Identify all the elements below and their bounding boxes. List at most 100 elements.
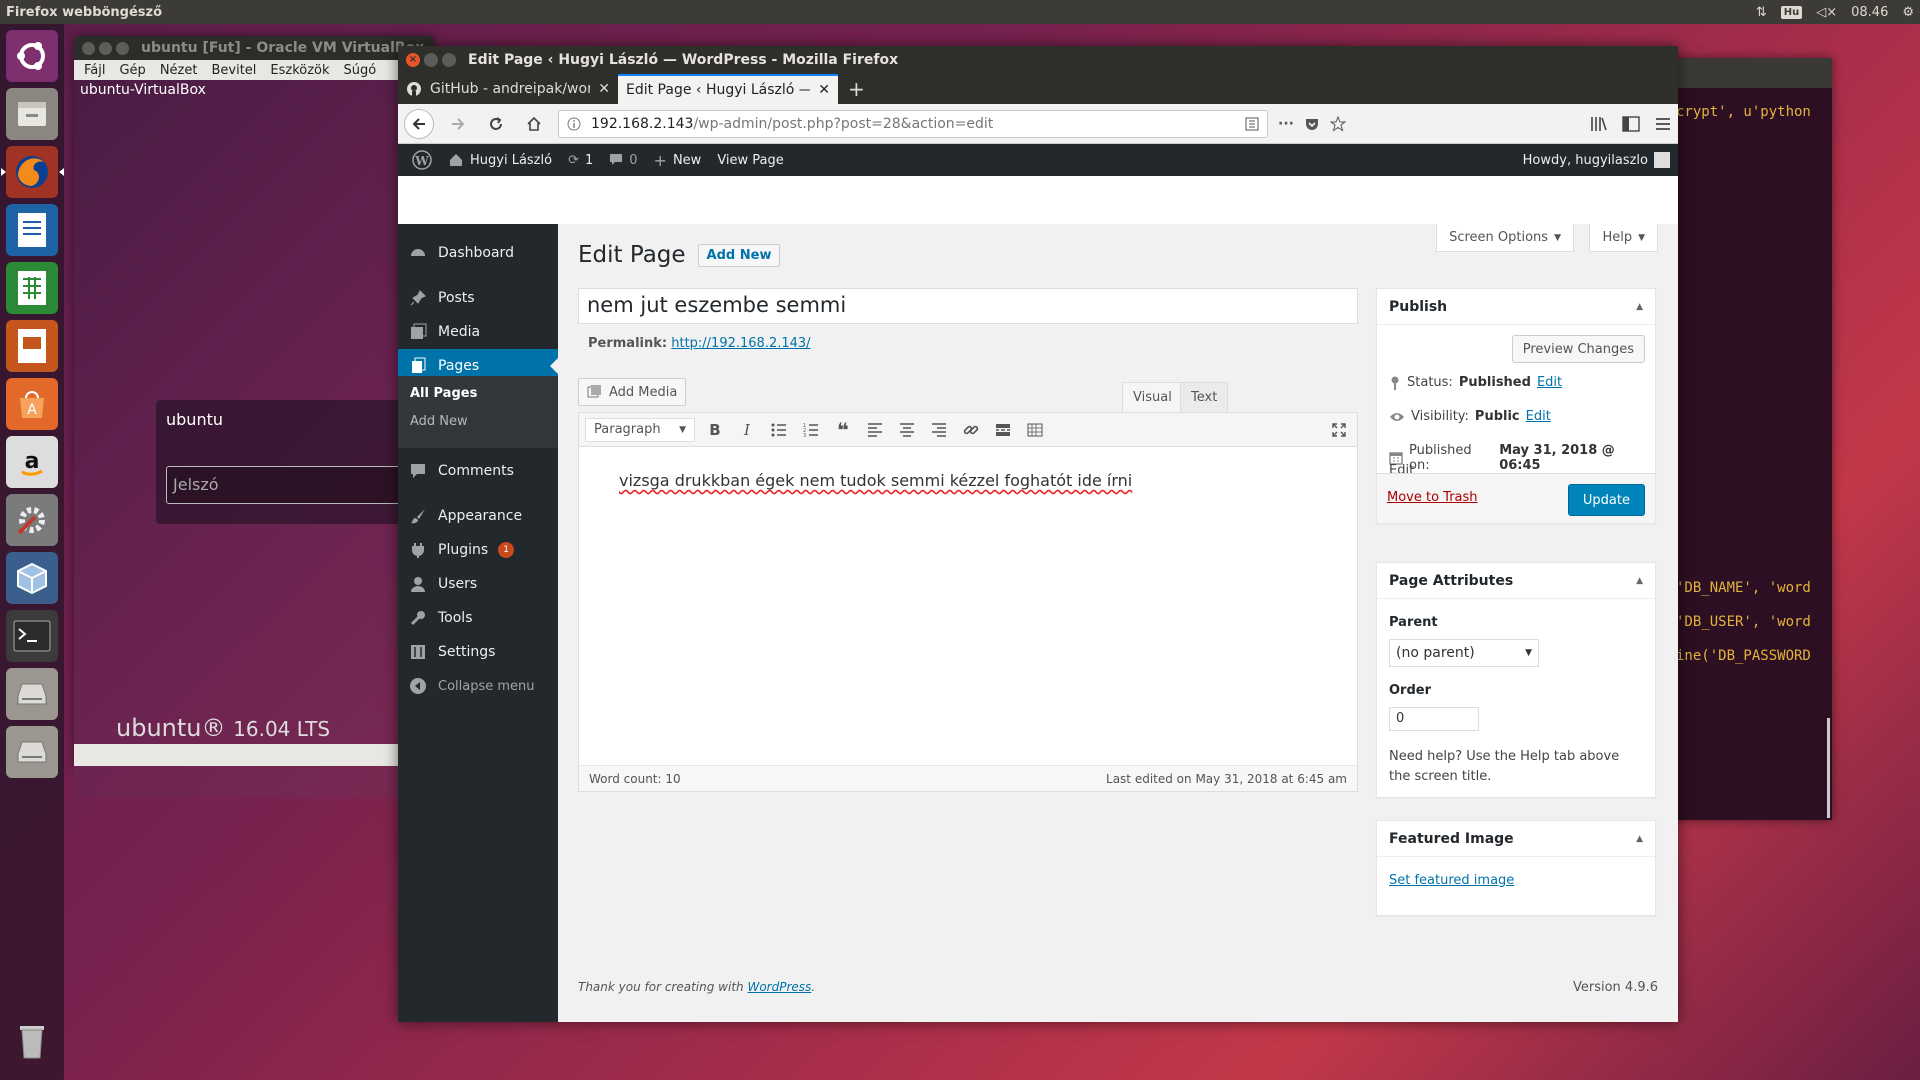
permalink-url[interactable]: http://192.168.2.143/ xyxy=(671,336,810,351)
power-gear-icon[interactable]: ⚙ xyxy=(1902,5,1914,20)
virtualbox-icon[interactable] xyxy=(6,552,58,604)
tab-text[interactable]: Text xyxy=(1180,382,1229,412)
add-new-page-button[interactable]: Add New xyxy=(697,243,781,267)
sidebar-item-users[interactable]: Users xyxy=(398,567,558,601)
italic-icon[interactable]: I xyxy=(735,418,759,442)
close-tab-icon[interactable]: ✕ xyxy=(818,82,830,98)
tab-edit-page[interactable]: Edit Page ‹ Hugyi László — V ✕ xyxy=(618,74,838,104)
toolbar-toggle-icon[interactable] xyxy=(1023,418,1047,442)
close-tab-icon[interactable]: ✕ xyxy=(598,81,610,97)
sidebar-item-plugins[interactable]: Plugins 1 xyxy=(398,533,558,567)
firefox-icon[interactable] xyxy=(1,146,64,198)
minimize-icon[interactable] xyxy=(424,53,438,67)
my-account-link[interactable]: Howdy, hugyilaszlo xyxy=(1523,152,1678,168)
library-icon[interactable] xyxy=(1590,116,1608,132)
sidebar-item-tools[interactable]: Tools xyxy=(398,601,558,635)
comments-link[interactable]: 0 xyxy=(601,153,645,168)
screen-options-button[interactable]: Screen Options ▼ xyxy=(1436,224,1574,252)
close-icon[interactable]: × xyxy=(406,53,420,67)
forward-button[interactable] xyxy=(444,110,472,138)
network-icon[interactable]: ⇅ xyxy=(1756,5,1767,20)
site-name-link[interactable]: Hugyi László xyxy=(440,152,560,168)
menu-input[interactable]: Bevitel xyxy=(211,63,256,78)
bold-icon[interactable]: B xyxy=(703,418,727,442)
sidebar-item-media[interactable]: Media xyxy=(398,315,558,349)
new-tab-button[interactable]: + xyxy=(838,74,875,104)
minimize-icon[interactable] xyxy=(99,41,112,55)
terminal-scrollbar[interactable] xyxy=(1827,718,1830,818)
align-center-icon[interactable] xyxy=(895,418,919,442)
keyboard-layout-indicator[interactable]: Hu xyxy=(1780,5,1803,19)
new-content-link[interactable]: + New xyxy=(646,151,710,170)
editor-body[interactable]: vizsga drukkban égek nem tudok semmi kéz… xyxy=(579,447,1357,514)
files-icon[interactable] xyxy=(6,88,58,140)
reader-view-icon[interactable] xyxy=(1245,117,1259,131)
clock[interactable]: 08.46 xyxy=(1851,5,1888,20)
sidebar-item-comments[interactable]: Comments xyxy=(398,454,558,488)
tab-visual[interactable]: Visual xyxy=(1122,382,1183,412)
format-select[interactable]: Paragraph ▼ xyxy=(585,417,695,442)
edit-visibility-link[interactable]: Edit xyxy=(1526,409,1551,424)
blockquote-icon[interactable]: ❝ xyxy=(831,418,855,442)
page-actions-icon[interactable]: ··· xyxy=(1278,116,1294,132)
menu-view[interactable]: Nézet xyxy=(160,63,198,78)
parent-select[interactable]: (no parent) ▼ xyxy=(1389,639,1539,667)
numbered-list-icon[interactable]: 123 xyxy=(799,418,823,442)
pocket-icon[interactable] xyxy=(1304,116,1320,132)
preview-changes-button[interactable]: Preview Changes xyxy=(1511,335,1645,363)
menu-help[interactable]: Súgó xyxy=(344,63,377,78)
sound-muted-icon[interactable]: ◁× xyxy=(1816,5,1837,20)
page-attributes-header[interactable]: Page Attributes ▲ xyxy=(1377,563,1655,599)
info-icon[interactable] xyxy=(567,117,581,131)
menu-file[interactable]: Fájl xyxy=(84,63,105,78)
align-right-icon[interactable] xyxy=(927,418,951,442)
calc-icon[interactable] xyxy=(6,262,58,314)
align-left-icon[interactable] xyxy=(863,418,887,442)
publish-box-header[interactable]: Publish ▲ xyxy=(1377,289,1655,325)
bulleted-list-icon[interactable] xyxy=(767,418,791,442)
tab-github[interactable]: GitHub - andreipak/wor ✕ xyxy=(398,74,618,104)
fullscreen-icon[interactable] xyxy=(1327,418,1351,442)
impress-icon[interactable] xyxy=(6,320,58,372)
maximize-icon[interactable] xyxy=(442,53,456,67)
add-media-button[interactable]: Add Media xyxy=(578,378,687,406)
help-button[interactable]: Help ▼ xyxy=(1589,224,1658,252)
drive-icon[interactable] xyxy=(6,726,58,778)
drive-icon[interactable] xyxy=(6,668,58,720)
sidebar-item-settings[interactable]: Settings xyxy=(398,635,558,669)
order-input[interactable]: 0 xyxy=(1389,707,1479,731)
writer-icon[interactable] xyxy=(6,204,58,256)
read-more-icon[interactable] xyxy=(991,418,1015,442)
close-icon[interactable] xyxy=(82,41,95,55)
menu-devices[interactable]: Eszközök xyxy=(270,63,329,78)
sidebar-toggle-icon[interactable] xyxy=(1622,115,1640,132)
ubuntu-logo-icon[interactable] xyxy=(6,30,58,82)
updates-link[interactable]: ⟳ 1 xyxy=(560,153,601,168)
bookmark-star-icon[interactable] xyxy=(1329,115,1346,132)
terminal-icon[interactable] xyxy=(6,610,58,662)
menu-machine[interactable]: Gép xyxy=(119,63,145,78)
collapse-menu-button[interactable]: Collapse menu xyxy=(398,669,558,703)
wordpress-link[interactable]: WordPress xyxy=(747,980,811,994)
maximize-icon[interactable] xyxy=(116,41,129,55)
amazon-icon[interactable]: a xyxy=(6,436,58,488)
sidebar-item-posts[interactable]: Posts xyxy=(398,281,558,315)
url-bar[interactable]: 192.168.2.143 /wp-admin/post.php?post=28… xyxy=(558,109,1268,138)
home-button[interactable] xyxy=(520,110,548,138)
update-button[interactable]: Update xyxy=(1567,484,1645,516)
edit-status-link[interactable]: Edit xyxy=(1537,375,1562,390)
featured-image-header[interactable]: Featured Image ▲ xyxy=(1377,821,1655,857)
submenu-add-new[interactable]: Add New xyxy=(410,414,468,429)
insert-link-icon[interactable] xyxy=(959,418,983,442)
set-featured-image-link[interactable]: Set featured image xyxy=(1389,873,1514,888)
trash-icon[interactable] xyxy=(6,1014,58,1066)
view-page-link[interactable]: View Page xyxy=(709,153,791,168)
hamburger-menu-icon[interactable] xyxy=(1654,116,1672,132)
move-to-trash-link[interactable]: Move to Trash xyxy=(1387,490,1478,505)
sidebar-item-dashboard[interactable]: Dashboard xyxy=(398,236,558,270)
software-center-icon[interactable]: A xyxy=(6,378,58,430)
submenu-all-pages[interactable]: All Pages xyxy=(410,386,477,401)
reload-button[interactable] xyxy=(482,110,510,138)
system-settings-icon[interactable] xyxy=(6,494,58,546)
wordpress-logo-icon[interactable]: W xyxy=(404,150,440,170)
